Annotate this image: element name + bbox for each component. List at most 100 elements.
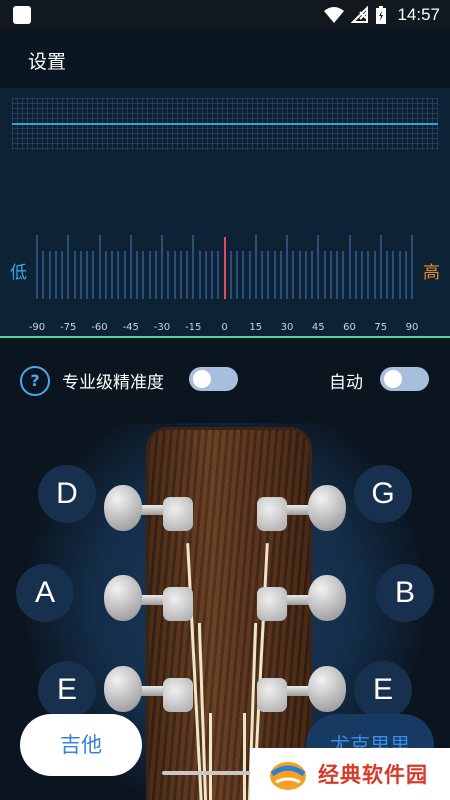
tuning-peg-e-low[interactable] bbox=[104, 666, 142, 712]
guitar-string bbox=[243, 713, 246, 800]
meter-tick bbox=[279, 251, 282, 299]
peg-bushing bbox=[257, 497, 287, 531]
meter-tick bbox=[292, 251, 295, 299]
settings-button[interactable]: 设置 bbox=[28, 47, 66, 74]
headstock-stage: D A E G B E 吉他 尤克里里 经典软件园 bbox=[0, 423, 450, 800]
meter-tick bbox=[304, 251, 307, 299]
meter-tick bbox=[154, 251, 157, 299]
watermark: 经典软件园 bbox=[250, 748, 450, 800]
meter-tick bbox=[354, 251, 357, 299]
meter-tick bbox=[192, 235, 195, 299]
meter-tick bbox=[129, 235, 132, 299]
meter-tick bbox=[79, 251, 82, 299]
meter-tick bbox=[179, 251, 182, 299]
meter-tick bbox=[186, 251, 188, 299]
meter-tick bbox=[136, 251, 138, 299]
meter-tick bbox=[398, 251, 401, 299]
meter-tick bbox=[123, 251, 126, 299]
auto-toggle[interactable] bbox=[380, 367, 429, 391]
meter-tick bbox=[254, 235, 257, 299]
meter-tick bbox=[342, 251, 345, 299]
scale-label: -75 bbox=[60, 322, 77, 333]
scale-label: -90 bbox=[28, 322, 46, 333]
meter-tick bbox=[411, 235, 413, 299]
meter-tick bbox=[36, 235, 38, 299]
help-icon[interactable]: ? bbox=[20, 366, 50, 396]
scale-label: -45 bbox=[122, 322, 139, 333]
tuning-peg-b[interactable] bbox=[308, 575, 346, 621]
meter-tick bbox=[236, 251, 238, 299]
peg-bushing bbox=[163, 587, 193, 621]
meter-tick bbox=[286, 235, 288, 299]
meter-tick bbox=[92, 251, 95, 299]
watermark-logo-icon bbox=[270, 762, 306, 790]
string-b-button[interactable]: B bbox=[376, 564, 434, 622]
meter-tick bbox=[161, 235, 163, 299]
meter-tick bbox=[211, 251, 213, 299]
meter-tick bbox=[229, 251, 232, 299]
toggle-knob bbox=[193, 370, 211, 388]
battery-charging-icon bbox=[376, 6, 387, 24]
status-bar: 14:57 bbox=[0, 0, 450, 30]
scale-label: 90 bbox=[405, 322, 419, 333]
meter-tick bbox=[54, 251, 57, 299]
string-a-button[interactable]: A bbox=[16, 564, 74, 622]
meter-tick bbox=[248, 251, 251, 299]
string-e-high-button[interactable]: E bbox=[354, 661, 412, 719]
meter-tick bbox=[298, 251, 301, 299]
meter-tick bbox=[273, 251, 276, 299]
meter-tick bbox=[48, 251, 51, 299]
meter-tick bbox=[336, 251, 338, 299]
meter-tick bbox=[367, 251, 370, 299]
meter-tick bbox=[392, 251, 395, 299]
peg-bushing bbox=[257, 678, 287, 712]
meter-tick bbox=[386, 251, 388, 299]
string-e-low-button[interactable]: E bbox=[38, 661, 96, 719]
meter-tick bbox=[311, 251, 313, 299]
scale-label: -30 bbox=[153, 322, 171, 333]
watermark-text: 经典软件园 bbox=[318, 763, 428, 787]
status-icons: 14:57 bbox=[323, 0, 440, 30]
tuning-peg-a[interactable] bbox=[104, 575, 142, 621]
meter-tick bbox=[204, 251, 207, 299]
clock: 14:57 bbox=[397, 5, 440, 24]
meter-tick bbox=[404, 251, 407, 299]
meter-tick bbox=[361, 251, 363, 299]
meter-tick bbox=[242, 251, 245, 299]
guitar-tab-button[interactable]: 吉他 bbox=[20, 714, 142, 776]
peg-bushing bbox=[257, 587, 287, 621]
string-d-button[interactable]: D bbox=[38, 465, 96, 523]
tuning-meter bbox=[0, 88, 450, 338]
meter-tick bbox=[217, 251, 220, 299]
no-signal-icon bbox=[351, 6, 369, 23]
meter-tick bbox=[317, 235, 320, 299]
pro-precision-toggle[interactable] bbox=[189, 367, 238, 391]
meter-tick bbox=[198, 251, 201, 299]
tuning-peg-d[interactable] bbox=[104, 485, 142, 531]
home-indicator[interactable] bbox=[162, 771, 252, 775]
meter-tick bbox=[148, 251, 151, 299]
scale-label: 30 bbox=[280, 322, 294, 333]
tuning-peg-e-high[interactable] bbox=[308, 666, 346, 712]
scale-label: 60 bbox=[343, 322, 356, 333]
auto-label: 自动 bbox=[329, 373, 363, 393]
tuning-peg-g[interactable] bbox=[308, 485, 346, 531]
meter-tick bbox=[261, 251, 263, 299]
string-g-button[interactable]: G bbox=[354, 465, 412, 523]
app-notification-icon bbox=[13, 6, 31, 24]
scale-label: 15 bbox=[249, 322, 263, 333]
meter-tick bbox=[86, 251, 88, 299]
meter-tick bbox=[61, 251, 63, 299]
meter-tick bbox=[223, 237, 226, 299]
meter-tick bbox=[348, 235, 351, 299]
meter-tick bbox=[73, 251, 76, 299]
toggle-knob bbox=[384, 370, 402, 388]
peg-bushing bbox=[163, 678, 193, 712]
meter-tick bbox=[42, 251, 45, 299]
wifi-icon bbox=[324, 7, 345, 23]
meter-tick bbox=[98, 235, 101, 299]
low-pitch-label: 低 bbox=[10, 263, 27, 283]
scale-label: -15 bbox=[185, 322, 202, 333]
scale-label: 45 bbox=[311, 322, 325, 333]
scale-label: 0 bbox=[221, 322, 228, 333]
